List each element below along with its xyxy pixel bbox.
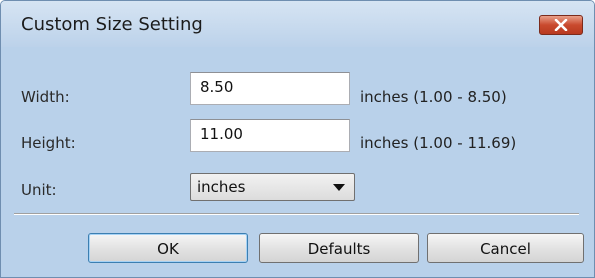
width-input[interactable]: 8.50 (190, 72, 350, 105)
chevron-down-icon (333, 184, 345, 191)
height-range-hint: inches (1.00 - 11.69) (360, 134, 517, 152)
close-icon (554, 19, 568, 31)
width-range-hint: inches (1.00 - 8.50) (360, 88, 507, 106)
unit-select-value: inches (197, 178, 246, 196)
height-label: Height: (21, 134, 76, 152)
defaults-button[interactable]: Defaults (259, 233, 419, 263)
cancel-button[interactable]: Cancel (427, 233, 584, 263)
width-label: Width: (21, 88, 70, 106)
ok-button[interactable]: OK (88, 233, 248, 263)
separator (14, 213, 579, 215)
dialog-title: Custom Size Setting (21, 14, 203, 35)
title-bar[interactable]: Custom Size Setting (1, 1, 594, 47)
unit-select[interactable]: inches (190, 173, 355, 201)
height-input[interactable]: 11.00 (190, 119, 350, 152)
close-button[interactable] (539, 15, 583, 35)
unit-label: Unit: (21, 181, 57, 199)
